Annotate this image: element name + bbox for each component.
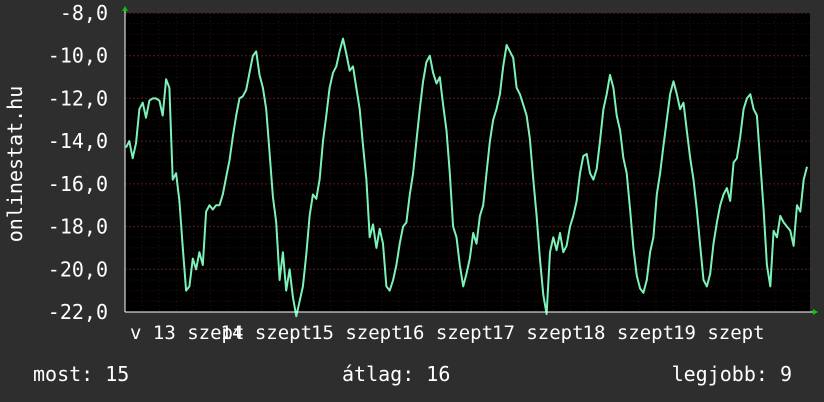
y-tick-label: -20,0 [48, 257, 108, 281]
y-tick-label: -16,0 [48, 172, 108, 196]
y-tick-label: -10,0 [48, 44, 108, 68]
best-value: legjobb: 9 [671, 362, 792, 386]
current-value: most: 15 [33, 362, 130, 386]
x-tick-label: 17 szept [492, 322, 584, 344]
x-tick-label: 14 szept [221, 322, 313, 344]
x-tick-label: 16 szept [402, 322, 494, 344]
stats-bar: most: 15 átlag: 16 legjobb: 9 [0, 362, 824, 390]
average-value: átlag: 16 [342, 362, 451, 386]
temperature-line-chart: -8,0-10,0-12,0-14,0-16,0-18,0-20,0-22,0 … [3, 1, 818, 344]
y-axis-label: onlinestat.hu [3, 86, 27, 243]
x-tick-labels: v 13 szept14 szept15 szept16 szept17 sze… [130, 322, 765, 344]
y-tick-label: -22,0 [48, 300, 108, 324]
x-tick-label: 19 szept [673, 322, 765, 344]
y-tick-labels: -8,0 -10,0 -12,0 -14,0 -16,0 -18,0 -20,0 -22,0 [48, 1, 108, 324]
y-tick-label: -14,0 [48, 129, 108, 153]
y-tick-label: -8,0 [60, 1, 108, 25]
y-tick-label: -18,0 [48, 215, 108, 239]
y-tick-label: -12,0 [48, 86, 108, 110]
x-tick-label: 15 szept [311, 322, 403, 344]
y-axis-arrow-icon [122, 6, 128, 11]
x-axis-arrow-icon [813, 309, 818, 315]
x-tick-label: 18 szept [583, 322, 675, 344]
